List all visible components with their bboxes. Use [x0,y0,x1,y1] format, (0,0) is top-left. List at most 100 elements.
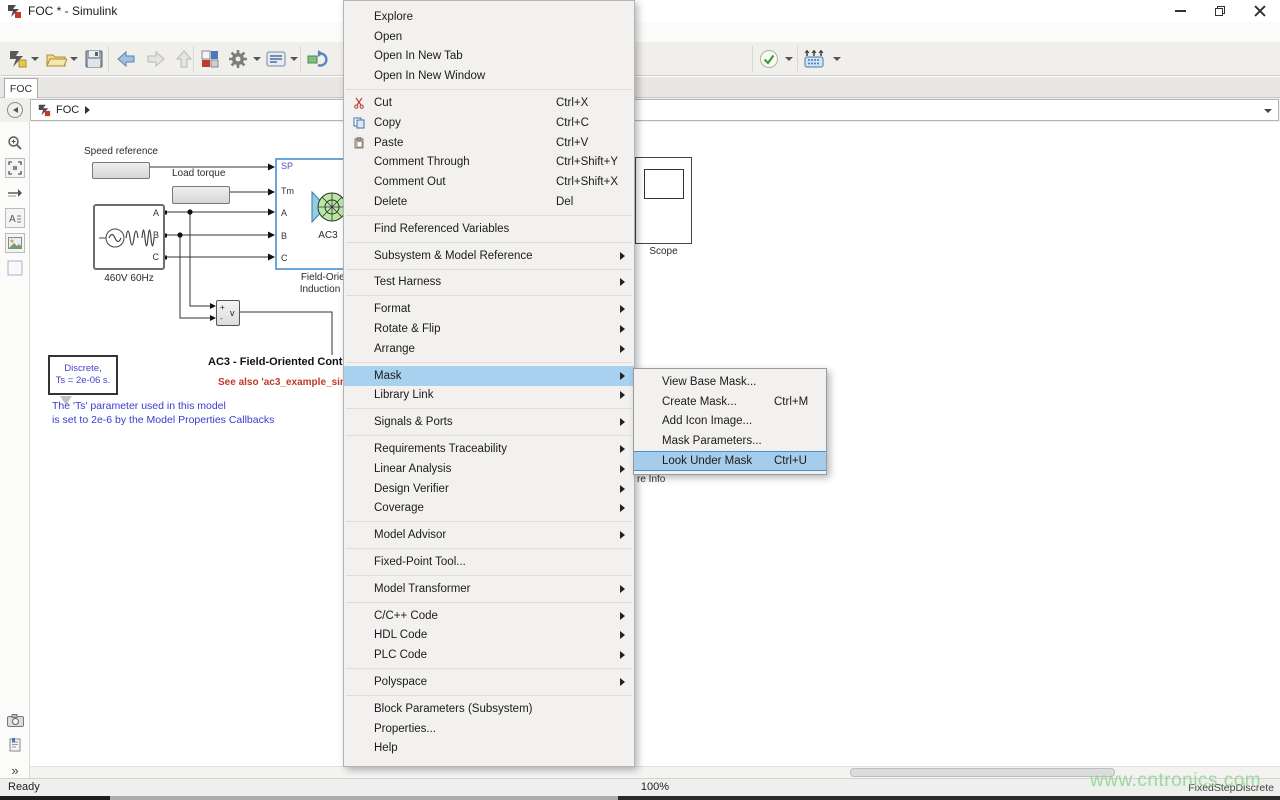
submenu-arrow-icon [620,585,634,593]
new-model-button[interactable] [6,47,30,71]
menubar-item[interactable] [28,30,44,34]
expand-icon[interactable]: » [5,760,25,780]
settings-gear-button[interactable] [226,47,250,71]
context-menu-item[interactable]: Polyspace [344,672,634,692]
submenu-item[interactable]: Look Under Mask Ctrl+U [634,451,826,471]
context-menu-item[interactable]: Paste Ctrl+V [344,133,634,153]
submenu-item[interactable]: View Base Mask... [634,372,826,392]
menu-separator [346,435,632,436]
minimize-button[interactable] [1160,0,1200,22]
context-menu-item[interactable]: Format [344,299,634,319]
screenshot-icon[interactable] [5,710,25,730]
validate-dropdown-icon[interactable] [785,57,793,61]
menu-item-shortcut: Ctrl+Shift+Y [556,156,620,168]
context-menu-item[interactable]: Explore [344,7,634,27]
context-menu-item[interactable]: Block Parameters (Subsystem) [344,699,634,719]
menu-separator [346,521,632,522]
context-menu-item[interactable]: Subsystem & Model Reference [344,246,634,266]
context-menu-item[interactable]: Delete Del [344,192,634,212]
signal-icon[interactable] [5,183,25,203]
breadcrumb[interactable]: FOC [30,99,1279,121]
context-menu-item[interactable]: Copy Ctrl+C [344,113,634,133]
menu-separator [346,215,632,216]
library-browser-button[interactable] [198,47,222,71]
context-menu-item[interactable]: Rotate & Flip [344,319,634,339]
annotation-icon[interactable]: A [5,208,25,228]
context-menu-item[interactable]: Properties... [344,719,634,739]
close-button[interactable] [1240,0,1280,22]
submenu-arrow-icon [620,485,634,493]
context-menu-item[interactable]: Open In New Window [344,66,634,86]
context-menu-item[interactable]: Comment Through Ctrl+Shift+Y [344,153,634,173]
zoom-icon[interactable] [5,133,25,153]
open-dropdown-icon[interactable] [70,57,78,61]
fit-view-icon[interactable] [5,158,25,178]
submenu-arrow-icon [620,445,634,453]
menu-item-label: Find Referenced Variables [374,223,556,235]
submenu-item-shortcut: Ctrl+U [774,455,826,467]
submenu-item[interactable]: Mask Parameters... [634,431,826,451]
context-menu-item[interactable]: Requirements Traceability [344,439,634,459]
menubar-item[interactable] [108,30,124,34]
new-model-dropdown-icon[interactable] [31,57,39,61]
vm-plus-label: + [220,303,225,312]
horizontal-scrollbar-thumb[interactable] [850,768,1115,777]
context-menu-item[interactable]: Model Advisor [344,525,634,545]
back-button[interactable] [114,47,138,71]
validate-check-button[interactable] [757,47,781,71]
model-configuration-dropdown-icon[interactable] [290,57,298,61]
submenu-item[interactable]: Add Icon Image... [634,412,826,432]
context-menu-item[interactable]: Signals & Ports [344,412,634,432]
context-menu-item[interactable]: Find Referenced Variables [344,219,634,239]
context-menu-item[interactable]: Mask [344,366,634,386]
save-button[interactable] [82,47,106,71]
menubar-item[interactable] [48,30,64,34]
settings-dropdown-icon[interactable] [253,57,261,61]
context-menu-item[interactable]: Test Harness [344,273,634,293]
load-torque-block[interactable] [172,186,230,204]
submenu-item[interactable]: Create Mask... Ctrl+M [634,392,826,412]
breadcrumb-back-button[interactable] [7,102,23,118]
menubar-item[interactable] [8,30,24,34]
step-settings-dropdown-icon[interactable] [833,57,841,61]
context-menu-item[interactable]: Linear Analysis [344,459,634,479]
menubar-item[interactable] [68,30,84,34]
tab-strip: FOC [0,77,1280,98]
context-menu-item[interactable]: Comment Out Ctrl+Shift+X [344,172,634,192]
forward-button[interactable] [144,47,168,71]
scope-block[interactable] [635,157,692,244]
update-diagram-button[interactable] [305,47,329,71]
context-menu-item[interactable]: Open In New Tab [344,47,634,67]
context-menu-item[interactable]: HDL Code [344,626,634,646]
menubar-item[interactable] [128,30,144,34]
context-menu-item[interactable]: Arrange [344,339,634,359]
step-settings-button[interactable] [802,47,826,71]
menubar-item[interactable] [88,30,104,34]
context-menu-item[interactable]: Design Verifier [344,479,634,499]
image-icon[interactable] [5,233,25,253]
back-arrow-icon [13,107,18,113]
discrete-annotation-block[interactable]: Discrete, Ts = 2e-06 s. [48,355,118,395]
breadcrumb-dropdown-icon[interactable] [1264,109,1272,113]
context-menu-item[interactable]: Open [344,27,634,47]
menu-item-label: Delete [374,196,556,208]
context-menu-item[interactable]: PLC Code [344,645,634,665]
restore-button[interactable] [1200,0,1240,22]
open-button[interactable] [44,47,68,71]
model-configuration-button[interactable] [264,47,288,71]
voltage-measurement-block[interactable]: + - v [216,300,240,326]
source-block[interactable]: A B C [93,204,165,270]
context-menu-item[interactable]: Model Transformer [344,579,634,599]
area-icon[interactable] [5,258,25,278]
breadcrumb-model-name[interactable]: FOC [56,104,79,116]
context-menu-item[interactable]: Cut Ctrl+X [344,93,634,113]
tab-foc[interactable]: FOC [4,78,38,98]
context-menu-item[interactable]: Fixed-Point Tool... [344,552,634,572]
context-menu-item[interactable]: Coverage [344,499,634,519]
context-menu-item[interactable]: Help [344,739,634,759]
menu-item-label: HDL Code [374,629,556,641]
viewmarks-icon[interactable] [5,735,25,755]
context-menu-item[interactable]: Library Link [344,386,634,406]
speed-reference-block[interactable] [92,162,150,179]
context-menu-item[interactable]: C/C++ Code [344,606,634,626]
